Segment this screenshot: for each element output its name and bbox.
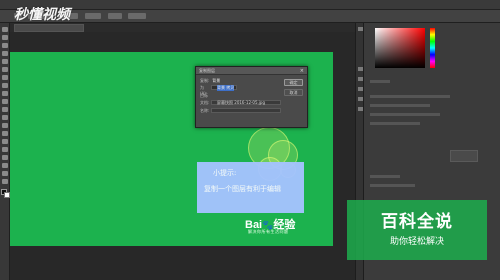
document-row: 文档:: [200, 100, 211, 106]
brand-title: 百科全说: [381, 212, 453, 232]
color-picker-field[interactable]: [375, 28, 425, 68]
row-label: 名称:: [200, 108, 210, 113]
baidu-subtitle: 解决你所有生活问题: [248, 229, 289, 234]
duplicate-source-row: 复制: 背景: [200, 78, 220, 84]
quick-select-tool-icon[interactable]: [2, 51, 8, 56]
options-bar: [0, 10, 500, 23]
path-select-tool-icon[interactable]: [2, 155, 8, 160]
name-row: 名称:: [200, 108, 211, 114]
brand-overlay: 百科全说 助你轻松解决: [347, 200, 487, 260]
panel-row: [370, 175, 400, 178]
cancel-button[interactable]: 取消: [284, 89, 303, 96]
panel-row: [370, 113, 440, 116]
options-control[interactable]: [85, 13, 101, 19]
eraser-tool-icon[interactable]: [2, 107, 8, 112]
panel-row: [370, 184, 415, 187]
tip-title: 小提示:: [213, 169, 237, 177]
options-control[interactable]: [128, 13, 146, 19]
dialog-title: 复制图层: [196, 67, 307, 75]
ok-button[interactable]: 确定: [284, 79, 303, 86]
panel-tab[interactable]: [370, 80, 390, 83]
document-select-value: 屏幕快照 2016-12-05.jpg: [217, 100, 265, 105]
character-panel-icon[interactable]: [358, 87, 363, 91]
properties-panel-icon[interactable]: [358, 67, 363, 71]
destination-row: 目标: [200, 93, 211, 99]
blur-tool-icon[interactable]: [2, 123, 8, 128]
marquee-tool-icon[interactable]: [2, 35, 8, 40]
menu-bar: [0, 0, 500, 10]
row-label: 文档:: [200, 100, 210, 105]
brush-tool-icon[interactable]: [2, 83, 8, 88]
paragraph-panel-icon[interactable]: [358, 97, 363, 101]
panel-row: [370, 122, 420, 125]
eyedropper-tool-icon[interactable]: [2, 67, 8, 72]
brand-subtitle: 助你轻松解决: [389, 237, 444, 247]
adjustments-panel-icon[interactable]: [358, 77, 363, 81]
row-label: 复制:: [200, 78, 210, 83]
name-input[interactable]: [211, 108, 281, 113]
panel-row: [370, 104, 430, 107]
hand-tool-icon[interactable]: [2, 171, 8, 176]
watermark-logo: 秒懂视频: [14, 7, 70, 23]
history-panel-icon[interactable]: [358, 27, 363, 31]
close-icon[interactable]: ×: [300, 68, 304, 74]
healing-tool-icon[interactable]: [2, 75, 8, 80]
zoom-tool-icon[interactable]: [2, 179, 8, 184]
options-control[interactable]: [108, 13, 122, 19]
panel-row: [370, 95, 450, 98]
type-tool-icon[interactable]: [2, 147, 8, 152]
gradient-tool-icon[interactable]: [2, 115, 8, 120]
hue-slider[interactable]: [430, 28, 435, 68]
stamp-tool-icon[interactable]: [2, 91, 8, 96]
tip-text: 复制一个图层有利于编辑: [204, 185, 281, 193]
move-tool-icon[interactable]: [2, 27, 8, 32]
tools-panel: [0, 23, 10, 280]
lasso-tool-icon[interactable]: [2, 43, 8, 48]
document-tab[interactable]: [14, 24, 84, 32]
shape-tool-icon[interactable]: [2, 163, 8, 168]
history-brush-tool-icon[interactable]: [2, 99, 8, 104]
layer-name-value: 背景 拷贝: [217, 85, 235, 91]
row-value: 背景: [212, 78, 221, 83]
tip-overlay: 小提示: 复制一个图层有利于编辑: [197, 162, 304, 213]
crop-tool-icon[interactable]: [2, 59, 8, 64]
layers-panel-icon[interactable]: [358, 107, 363, 111]
dodge-tool-icon[interactable]: [2, 131, 8, 136]
layer-thumbnail[interactable]: [450, 150, 478, 162]
duplicate-layer-dialog: 复制图层 × 复制: 背景 为(A): 背景 拷贝 目标 文档: 屏幕快照 20…: [195, 66, 308, 128]
pen-tool-icon[interactable]: [2, 139, 8, 144]
row-label: 目标: [200, 93, 208, 98]
